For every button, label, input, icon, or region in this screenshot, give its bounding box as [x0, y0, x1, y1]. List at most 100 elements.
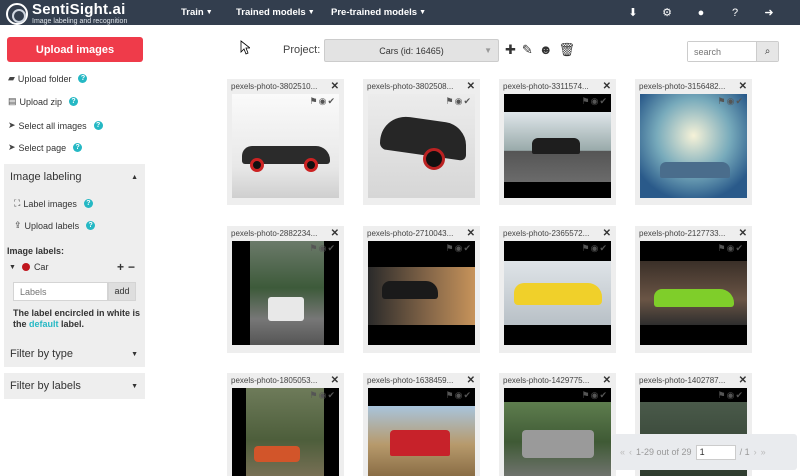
labels-input[interactable] [13, 282, 108, 301]
close-icon[interactable]: ✕ [467, 79, 475, 94]
image-tools-icons[interactable]: ⚑◉✔ [718, 390, 744, 401]
search-icon[interactable]: ⌕ [756, 42, 778, 61]
panel-title: Filter by type [10, 348, 73, 360]
first-page-icon[interactable]: « [620, 447, 625, 457]
image-title: pexels-photo-2365572... [503, 229, 590, 238]
last-page-icon[interactable]: » [761, 447, 766, 457]
image-tools-icons[interactable]: ⚑◉✔ [446, 390, 472, 401]
nav-pretrained-models-menu[interactable]: Pre-trained models ▼ [331, 0, 426, 25]
prev-page-icon[interactable]: ‹ [629, 447, 632, 457]
label-name: Car [33, 262, 49, 272]
image-tools-icons[interactable]: ⚑◉✔ [446, 243, 472, 254]
filter-by-type-panel[interactable]: Filter by type ▼ [4, 341, 145, 367]
image-thumbnail[interactable]: ⚑◉✔ [232, 241, 339, 345]
image-card[interactable]: pexels-photo-2710043... ✕ ⚑◉✔ [363, 226, 480, 353]
label-color-swatch[interactable] [21, 263, 30, 271]
pagination: « ‹ 1-29 out of 29 / 1 › » [612, 434, 797, 470]
image-labeling-header[interactable]: Image labeling ▲ [4, 164, 145, 190]
close-icon[interactable]: ✕ [467, 226, 475, 241]
filter-by-labels-panel[interactable]: Filter by labels ▼ [4, 373, 145, 399]
project-select[interactable]: Cars (id: 16465) ▼ [324, 39, 499, 62]
image-thumbnail[interactable]: ⚑◉✔ [232, 94, 339, 198]
image-thumbnail[interactable]: ⚑◉✔ [232, 388, 339, 476]
image-thumbnail[interactable]: ⚑◉✔ [640, 94, 747, 198]
close-icon[interactable]: ✕ [467, 373, 475, 388]
image-tools-icons[interactable]: ⚑◉✔ [718, 243, 744, 254]
image-thumbnail[interactable]: ⚑◉✔ [368, 241, 475, 345]
page-number-input[interactable] [695, 444, 736, 460]
close-icon[interactable]: ✕ [331, 373, 339, 388]
trash-icon[interactable]: 🗑 [559, 42, 576, 58]
nav-label: Train [181, 7, 204, 18]
label-images-link[interactable]: ⛶ Label images ? [14, 198, 93, 209]
nav-trained-models-menu[interactable]: Trained models ▼ [236, 0, 315, 25]
image-card[interactable]: pexels-photo-3156482... ✕ ⚑◉✔ [635, 79, 752, 205]
image-thumbnail[interactable]: ⚑◉✔ [504, 94, 611, 198]
image-card[interactable]: pexels-photo-2365572... ✕ ⚑◉✔ [499, 226, 616, 353]
image-tools-icons[interactable]: ⚑◉✔ [446, 96, 472, 107]
nav-train-menu[interactable]: Train ▼ [181, 0, 213, 25]
help-icon[interactable]: ? [86, 221, 96, 230]
add-remove-icons[interactable]: +− [117, 260, 139, 274]
image-tools-icons[interactable]: ⚑◉✔ [582, 96, 608, 107]
select-page-link[interactable]: ➤ Select page ? [8, 142, 83, 153]
close-icon[interactable]: ✕ [331, 226, 339, 241]
help-icon[interactable]: ? [718, 7, 752, 19]
image-tools-icons[interactable]: ⚑◉✔ [582, 390, 608, 401]
brand-logo[interactable]: SentiSight.ai Image labeling and recogni… [6, 2, 127, 25]
nav-label: Trained models [236, 7, 306, 18]
next-page-icon[interactable]: › [754, 447, 757, 457]
image-card[interactable]: pexels-photo-1429775... ✕ ⚑◉✔ [499, 373, 616, 476]
search-input[interactable] [688, 42, 756, 61]
image-thumbnail[interactable]: ⚑◉✔ [640, 241, 747, 345]
help-icon[interactable]: ? [69, 97, 79, 106]
image-tools-icons[interactable]: ⚑◉✔ [718, 96, 744, 107]
close-icon[interactable]: ✕ [739, 226, 747, 241]
download-icon[interactable]: ⬇ [616, 6, 650, 19]
link-label: Select all images [18, 120, 87, 131]
upload-labels-link[interactable]: ⇪ Upload labels ? [14, 220, 96, 231]
image-card[interactable]: pexels-photo-3802508... ✕ ⚑◉✔ [363, 79, 480, 205]
upload-images-button[interactable]: Upload images [7, 37, 143, 62]
close-icon[interactable]: ✕ [331, 79, 339, 94]
close-icon[interactable]: ✕ [603, 373, 611, 388]
image-thumbnail[interactable]: ⚑◉✔ [368, 388, 475, 476]
image-tools-icons[interactable]: ⚑◉✔ [310, 243, 336, 254]
image-tools-icons[interactable]: ⚑◉✔ [310, 390, 336, 401]
close-icon[interactable]: ✕ [603, 226, 611, 241]
link-label: Upload folder [17, 73, 72, 84]
share-user-icon[interactable]: ☻ [539, 42, 553, 58]
help-icon[interactable]: ? [78, 74, 88, 83]
close-icon[interactable]: ✕ [739, 79, 747, 94]
help-icon[interactable]: ? [73, 143, 83, 152]
label-item-car[interactable]: ▼ Car +− [9, 260, 139, 274]
edit-icon[interactable]: ✎ [522, 42, 533, 58]
image-card[interactable]: pexels-photo-1805053... ✕ ⚑◉✔ [227, 373, 344, 476]
image-thumbnail[interactable]: ⚑◉✔ [504, 388, 611, 476]
help-icon[interactable]: ? [83, 199, 93, 208]
image-thumbnail[interactable]: ⚑◉✔ [368, 94, 475, 198]
image-tools-icons[interactable]: ⚑◉✔ [310, 96, 336, 107]
link-label: Upload zip [19, 96, 63, 107]
image-card[interactable]: pexels-photo-3311574... ✕ ⚑◉✔ [499, 79, 616, 205]
image-card[interactable]: pexels-photo-2882234... ✕ ⚑◉✔ [227, 226, 344, 353]
close-icon[interactable]: ✕ [739, 373, 747, 388]
image-card[interactable]: pexels-photo-3802510... ✕ ⚑◉✔ [227, 79, 344, 205]
select-all-images-link[interactable]: ➤ Select all images ? [8, 120, 103, 131]
image-card[interactable]: pexels-photo-2127733... ✕ ⚑◉✔ [635, 226, 752, 353]
upload-folder-link[interactable]: ▰ Upload folder ? [8, 73, 88, 84]
default-label-link[interactable]: default [29, 319, 59, 329]
user-icon[interactable]: ● [684, 7, 718, 19]
page-total-text: / 1 [739, 447, 750, 457]
sign-out-icon[interactable]: ➜ [752, 6, 786, 19]
add-project-icon[interactable]: ✚ [505, 42, 516, 58]
image-card[interactable]: pexels-photo-1638459... ✕ ⚑◉✔ [363, 373, 480, 476]
gear-icon[interactable]: ⚙ [650, 6, 684, 19]
help-icon[interactable]: ? [93, 121, 103, 130]
image-tools-icons[interactable]: ⚑◉✔ [582, 243, 608, 254]
upload-zip-link[interactable]: ▤ Upload zip ? [8, 96, 79, 107]
close-icon[interactable]: ✕ [603, 79, 611, 94]
expand-icon[interactable]: ▼ [9, 264, 16, 271]
add-label-button[interactable]: add [108, 282, 136, 301]
image-thumbnail[interactable]: ⚑◉✔ [504, 241, 611, 345]
